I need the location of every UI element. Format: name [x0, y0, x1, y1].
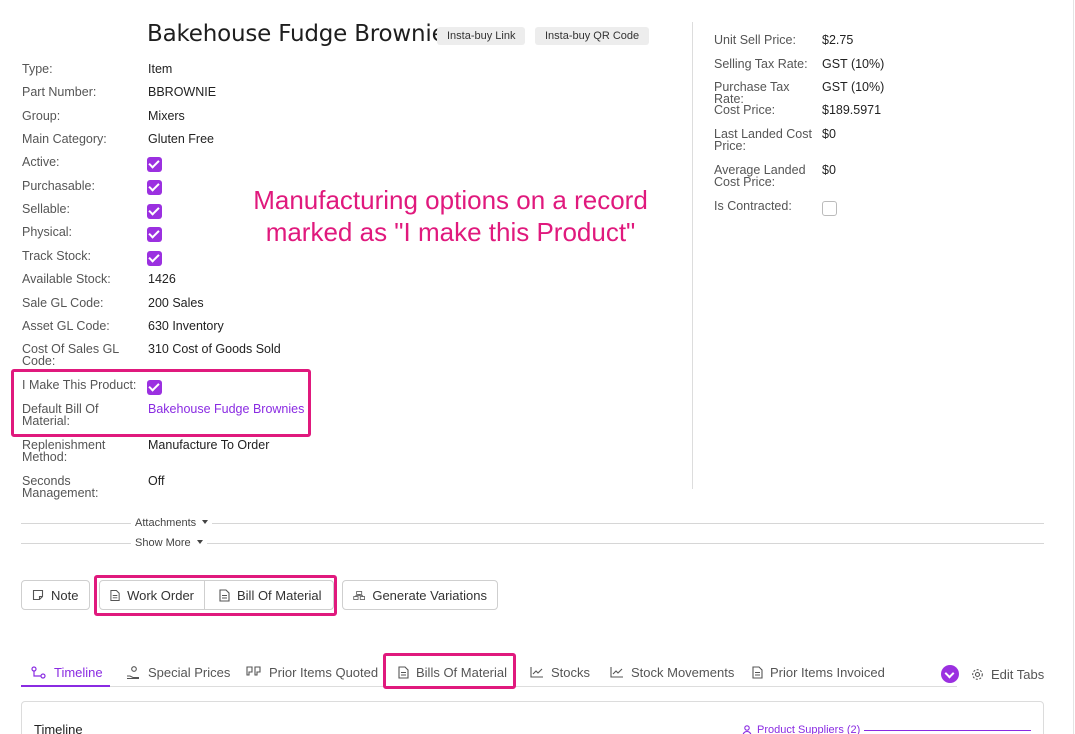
user-icon — [742, 724, 752, 734]
tab-timeline[interactable]: Timeline — [31, 662, 103, 682]
average-landed-cost-value: $0 — [822, 163, 836, 177]
available-stock-label: Available Stock: — [22, 272, 111, 286]
group-label: Group: — [22, 109, 61, 123]
type-label: Type: — [22, 62, 53, 76]
track-stock-label: Track Stock: — [22, 249, 91, 263]
tab-prior-items-invoiced-label: Prior Items Invoiced — [770, 664, 885, 680]
tab-stock-movements[interactable]: Stock Movements — [610, 662, 734, 682]
replenishment-method-label: Replenishment Method: — [22, 438, 106, 464]
line-chart-icon — [610, 667, 623, 678]
group-value: Mixers — [148, 109, 185, 123]
quote-icon — [246, 666, 261, 676]
available-stock-value: 1426 — [148, 272, 176, 286]
tab-prior-items-invoiced[interactable]: Prior Items Invoiced — [752, 662, 885, 682]
main-category-label: Main Category: — [22, 132, 107, 146]
tab-special-prices-label: Special Prices — [148, 664, 231, 680]
edit-tabs-label: Edit Tabs — [991, 666, 1045, 682]
purchasable-label: Purchasable: — [22, 179, 95, 193]
selling-tax-rate-value: GST (10%) — [822, 57, 885, 71]
attachments-label: Attachments — [135, 517, 197, 529]
part-number-label: Part Number: — [22, 85, 97, 99]
tab-prior-items-quoted-label: Prior Items Quoted — [269, 664, 379, 680]
replenishment-method-value: Manufacture To Order — [148, 438, 270, 452]
caret-down-icon — [202, 520, 209, 524]
sale-gl-code-label: Sale GL Code: — [22, 296, 104, 310]
caret-down-icon — [196, 540, 203, 544]
unit-sell-price-value: $2.75 — [822, 33, 854, 47]
active-label: Active: — [22, 155, 60, 169]
note-icon — [32, 589, 44, 601]
purchase-tax-rate-label: Purchase Tax Rate: — [714, 80, 790, 106]
tab-timeline-label: Timeline — [54, 664, 103, 680]
type-value: Item — [148, 62, 173, 76]
seconds-management-label: Seconds Management: — [22, 474, 99, 500]
product-suppliers-label: Product Suppliers (2) — [757, 724, 861, 734]
tab-active-indicator — [21, 685, 110, 687]
timeline-panel-title: Timeline — [34, 722, 83, 734]
gear-icon — [972, 668, 983, 680]
is-contracted-label: Is Contracted: — [714, 199, 792, 213]
cost-price-value: $189.5971 — [822, 103, 882, 117]
asset-gl-code-label: Asset GL Code: — [22, 319, 110, 333]
cost-price-label: Cost Price: — [714, 103, 776, 117]
seconds-management-value: Off — [148, 474, 165, 488]
product-suppliers-underline — [864, 730, 1031, 731]
tab-stock-movements-label: Stock Movements — [631, 664, 735, 680]
show-more-toggle[interactable]: Show More — [131, 537, 207, 549]
asset-gl-code-value: 630 Inventory — [148, 319, 224, 333]
last-landed-cost-label: Last Landed Cost Price: — [714, 127, 812, 153]
insta-buy-qr-button[interactable]: Insta-buy QR Code — [535, 27, 650, 45]
tab-prior-items-quoted[interactable]: Prior Items Quoted — [246, 662, 378, 682]
generate-variations-button[interactable]: Generate Variations — [342, 580, 498, 610]
annotation-text: Manufacturing options on a record marked… — [253, 185, 648, 247]
sellable-label: Sellable: — [22, 202, 70, 216]
purchase-tax-rate-value: GST (10%) — [822, 80, 885, 94]
track-stock-checkbox[interactable] — [147, 251, 162, 266]
show-more-label: Show More — [135, 537, 191, 549]
note-button[interactable]: Note — [21, 580, 90, 610]
selling-tax-rate-label: Selling Tax Rate: — [714, 57, 808, 71]
tab-special-prices[interactable]: Special Prices — [126, 662, 230, 682]
is-contracted-checkbox[interactable] — [822, 201, 837, 216]
last-landed-cost-value: $0 — [822, 127, 836, 141]
more-tabs-chevron-icon[interactable] — [941, 665, 959, 683]
hand-coins-icon — [127, 665, 139, 679]
purchasable-checkbox[interactable] — [147, 180, 162, 195]
attachments-toggle[interactable]: Attachments — [131, 517, 213, 529]
sale-gl-code-value: 200 Sales — [148, 296, 204, 310]
edit-tabs-button[interactable]: Edit Tabs — [971, 664, 1044, 684]
average-landed-cost-label: Average Landed Cost Price: — [714, 163, 806, 189]
manufacturing-fields-highlight — [11, 369, 311, 437]
product-title: Bakehouse Fudge Brownie — [147, 21, 446, 47]
physical-label: Physical: — [22, 225, 73, 239]
cost-of-sales-gl-label: Cost Of Sales GL Code: — [22, 342, 119, 368]
cost-of-sales-gl-value: 310 Cost of Goods Sold — [148, 342, 281, 356]
window-edge — [1073, 0, 1074, 734]
tab-stocks[interactable]: Stocks — [530, 662, 590, 682]
product-suppliers-link[interactable]: Product Suppliers (2) — [742, 724, 860, 734]
sellable-checkbox[interactable] — [147, 204, 162, 219]
bills-of-material-tab-highlight — [383, 653, 516, 689]
generate-variations-button-label: Generate Variations — [372, 587, 487, 603]
tab-stocks-label: Stocks — [551, 664, 591, 680]
part-number-value: BBROWNIE — [148, 85, 217, 99]
main-category-value: Gluten Free — [148, 132, 215, 146]
timeline-icon — [31, 665, 46, 679]
column-divider — [692, 22, 693, 489]
line-chart-icon — [530, 667, 543, 678]
physical-checkbox[interactable] — [147, 227, 162, 242]
manufacturing-buttons-highlight — [94, 575, 337, 616]
insta-buy-link-button[interactable]: Insta-buy Link — [437, 27, 526, 45]
unit-sell-price-label: Unit Sell Price: — [714, 33, 796, 47]
variations-icon — [353, 590, 366, 600]
document-icon — [752, 665, 763, 679]
note-button-label: Note — [51, 587, 79, 603]
active-checkbox[interactable] — [147, 157, 162, 172]
